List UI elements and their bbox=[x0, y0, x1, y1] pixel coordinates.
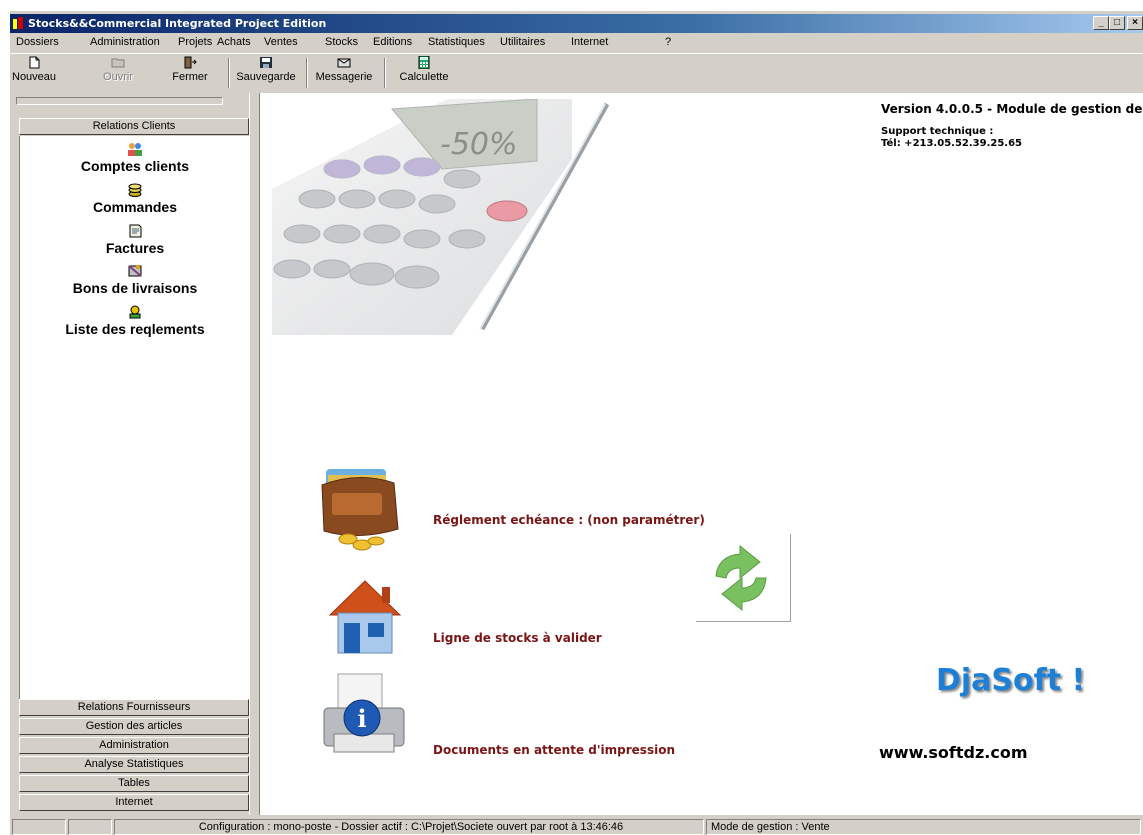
desktop-strip-left bbox=[0, 0, 10, 835]
vertical-splitter[interactable] bbox=[249, 93, 260, 815]
nav-item-factures[interactable]: Factures bbox=[20, 223, 250, 256]
wallet-icon[interactable] bbox=[318, 461, 408, 556]
invoice-icon bbox=[129, 224, 142, 238]
alert-documents[interactable]: Documents en attente d'impression bbox=[433, 743, 675, 757]
djasoft-logo: DjaSoft ! bbox=[936, 663, 1086, 698]
refresh-icon bbox=[715, 544, 767, 612]
menu-statistiques[interactable]: Statistiques bbox=[428, 36, 485, 48]
menu-editions[interactable]: Editions bbox=[373, 36, 412, 48]
calculator-illustration: -50% bbox=[272, 99, 610, 335]
status-panel-empty bbox=[68, 819, 112, 835]
menu-administration[interactable]: Administration bbox=[90, 36, 160, 48]
coins-icon bbox=[128, 183, 142, 197]
group-gestion-des-articles[interactable]: Gestion des articles bbox=[19, 718, 249, 735]
menu-ventes[interactable]: Ventes bbox=[264, 36, 298, 48]
group-internet[interactable]: Internet bbox=[19, 794, 249, 811]
support-label: Support technique : bbox=[881, 126, 994, 137]
open-folder-icon bbox=[111, 58, 125, 68]
toolbar: Nouveau Ouvrir Fermer Sauvegarde Message… bbox=[10, 53, 1143, 94]
main-area: -50% Version 4.0.0.5 - Module de gestion… bbox=[260, 93, 1143, 815]
panel-splitter[interactable] bbox=[16, 97, 223, 105]
close-button[interactable]: × bbox=[1127, 16, 1143, 30]
status-panel-empty bbox=[12, 819, 66, 835]
status-mode: Mode de gestion : Vente bbox=[706, 819, 1141, 835]
messagerie-button[interactable]: Messagerie bbox=[312, 56, 376, 90]
minimize-button[interactable]: _ bbox=[1093, 16, 1109, 30]
menu-achats[interactable]: Achats bbox=[217, 36, 251, 48]
save-disk-icon bbox=[260, 57, 272, 68]
svg-text:i: i bbox=[357, 704, 366, 733]
menu-bar: Dossiers Administration Projets Achats V… bbox=[10, 33, 1143, 52]
desktop-strip-top bbox=[0, 0, 1143, 11]
alert-stocks[interactable]: Ligne de stocks à valider bbox=[433, 631, 602, 645]
website-link[interactable]: www.softdz.com bbox=[879, 743, 1028, 762]
version-text: Version 4.0.0.5 - Module de gestion de p bbox=[881, 102, 1143, 116]
title-bar[interactable]: Stocks&&Commercial Integrated Project Ed… bbox=[10, 14, 1143, 33]
delivery-icon bbox=[128, 265, 142, 277]
toolbar-separator bbox=[306, 58, 308, 88]
refresh-button[interactable] bbox=[696, 534, 791, 622]
menu-stocks[interactable]: Stocks bbox=[325, 36, 358, 48]
status-bar: Configuration : mono-poste - Dossier act… bbox=[10, 817, 1143, 835]
maximize-button[interactable]: □ bbox=[1109, 16, 1125, 30]
payments-icon bbox=[129, 305, 141, 319]
group-relations-fournisseurs[interactable]: Relations Fournisseurs bbox=[19, 699, 249, 716]
nav-items-area: Comptes clients Commandes Factures Bons … bbox=[19, 136, 249, 699]
nav-item-commandes[interactable]: Commandes bbox=[20, 182, 250, 215]
calculator-icon bbox=[418, 56, 430, 69]
support-phone: Tél: +213.05.52.39.25.65 bbox=[881, 138, 1023, 149]
group-tables[interactable]: Tables bbox=[19, 775, 249, 792]
app-icon bbox=[13, 17, 23, 29]
fermer-button[interactable]: Fermer bbox=[170, 56, 210, 90]
alert-reglement[interactable]: Réglement echéance : (non paramétrer) bbox=[433, 513, 705, 527]
menu-projets[interactable]: Projets bbox=[178, 36, 212, 48]
printer-info-icon[interactable]: i bbox=[318, 670, 410, 760]
nav-item-liste-des-reglements[interactable]: Liste des reqlements bbox=[20, 304, 250, 337]
nav-item-comptes-clients[interactable]: Comptes clients bbox=[20, 141, 250, 174]
menu-dossiers[interactable]: Dossiers bbox=[16, 36, 59, 48]
status-configuration: Configuration : mono-poste - Dossier act… bbox=[114, 819, 704, 835]
window-title: Stocks&&Commercial Integrated Project Ed… bbox=[28, 17, 327, 30]
exit-door-icon bbox=[184, 56, 197, 69]
house-icon[interactable] bbox=[320, 573, 410, 658]
menu-internet[interactable]: Internet bbox=[571, 36, 608, 48]
calc-display-text: -50% bbox=[440, 127, 518, 162]
menu-help[interactable]: ? bbox=[665, 36, 671, 48]
group-analyse-statistiques[interactable]: Analyse Statistiques bbox=[19, 756, 249, 773]
group-relations-clients[interactable]: Relations Clients bbox=[19, 118, 249, 135]
nav-item-bons-de-livraisons[interactable]: Bons de livraisons bbox=[20, 263, 250, 296]
users-icon bbox=[128, 143, 142, 156]
sauvegarde-button[interactable]: Sauvegarde bbox=[234, 56, 298, 90]
calculette-button[interactable]: Calculette bbox=[394, 56, 454, 90]
menu-utilitaires[interactable]: Utilitaires bbox=[500, 36, 545, 48]
nouveau-button[interactable]: Nouveau bbox=[12, 56, 56, 90]
toolbar-separator bbox=[228, 58, 230, 88]
group-administration[interactable]: Administration bbox=[19, 737, 249, 754]
messages-icon bbox=[337, 58, 351, 68]
ouvrir-button[interactable]: Ouvrir bbox=[98, 56, 138, 90]
toolbar-separator bbox=[384, 58, 386, 88]
new-document-icon bbox=[29, 56, 40, 69]
